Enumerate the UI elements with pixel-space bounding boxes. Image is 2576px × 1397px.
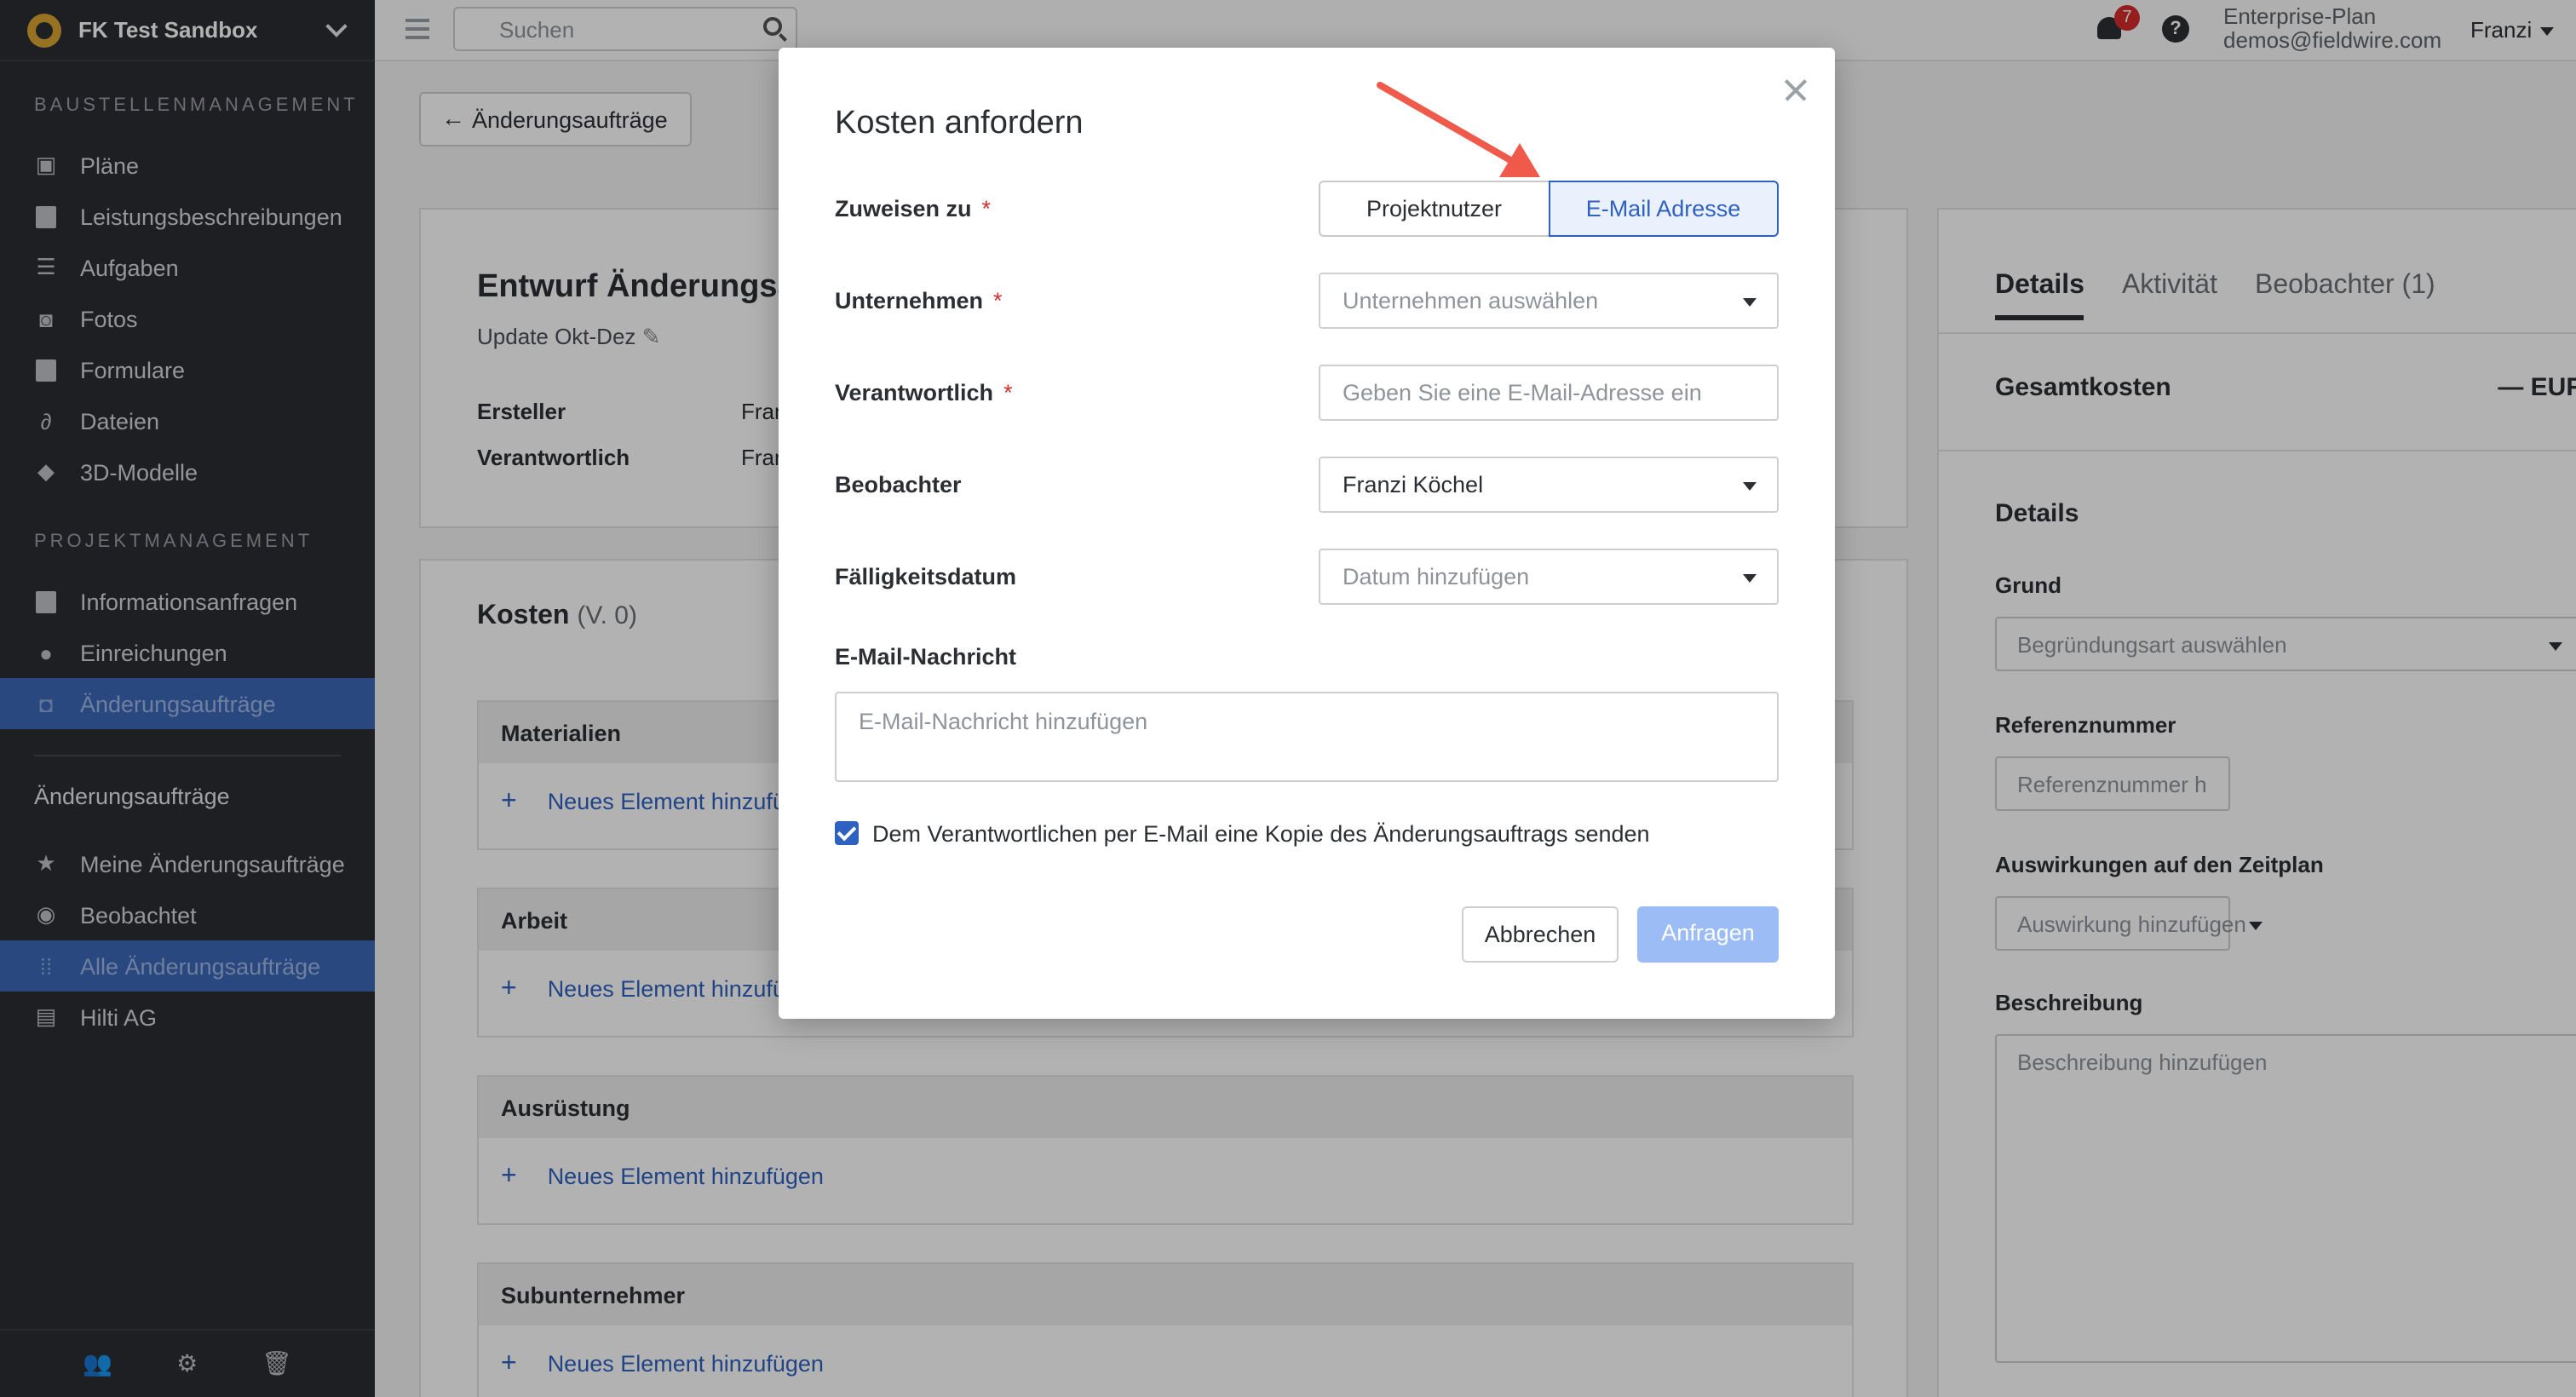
assign-label: Zuweisen zu *	[835, 196, 992, 221]
caret-down-icon	[1743, 482, 1757, 491]
responsible-email-input[interactable]: Geben Sie eine E-Mail-Adresse ein	[1319, 365, 1779, 421]
due-date-label: Fälligkeitsdatum	[835, 564, 1017, 589]
company-select[interactable]: Unternehmen auswählen	[1319, 273, 1779, 329]
caret-down-icon	[1743, 298, 1757, 307]
responsible-label: Verantwortlich *	[835, 380, 1013, 405]
assign-toggle: Projektnutzer E-Mail Adresse	[1319, 181, 1779, 237]
send-copy-label: Dem Verantwortlichen per E-Mail eine Kop…	[872, 821, 1650, 847]
watcher-select[interactable]: Franzi Köchel	[1319, 457, 1779, 513]
assign-email-button[interactable]: E-Mail Adresse	[1548, 181, 1779, 237]
due-date-select[interactable]: Datum hinzufügen	[1319, 549, 1779, 605]
watcher-label: Beobachter	[835, 472, 962, 497]
assign-project-user-button[interactable]: Projektnutzer	[1319, 181, 1548, 237]
message-label: E-Mail-Nachricht	[835, 644, 1017, 670]
request-button[interactable]: Anfragen	[1637, 906, 1779, 963]
caret-down-icon	[1743, 574, 1757, 583]
company-label: Unternehmen *	[835, 288, 1003, 313]
modal-title: Kosten anfordern	[835, 106, 1084, 141]
cancel-button[interactable]: Abbrechen	[1462, 906, 1619, 963]
send-copy-checkbox[interactable]	[835, 821, 859, 845]
close-icon[interactable]	[1784, 78, 1808, 102]
request-costs-modal: Kosten anfordern Zuweisen zu * Projektnut…	[779, 48, 1835, 1019]
message-textarea[interactable]: E-Mail-Nachricht hinzufügen	[835, 692, 1779, 782]
